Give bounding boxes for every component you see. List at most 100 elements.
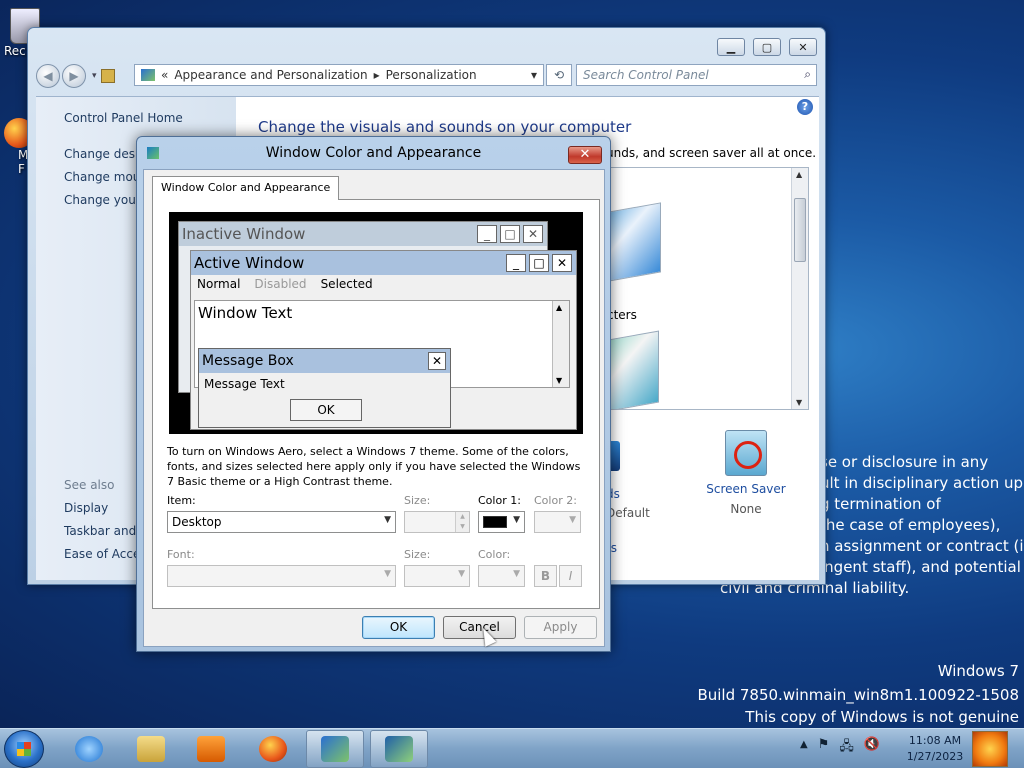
help-icon[interactable]: ? xyxy=(797,99,813,115)
action-center-flag-icon[interactable]: ⚑ xyxy=(818,737,830,759)
screen-saver-value: None xyxy=(730,502,762,516)
clock-time: 11:08 AM xyxy=(908,734,962,747)
breadcrumb-appearance[interactable]: Appearance and Personalization xyxy=(174,68,367,82)
control-panel-small-icon xyxy=(141,69,155,81)
font-size-label: Size: xyxy=(404,548,431,561)
scroll-thumb[interactable] xyxy=(794,198,806,262)
watermark-genuine: This copy of Windows is not genuine xyxy=(745,708,1019,726)
preview-message-box[interactable]: Message Box ✕ Message Text OK xyxy=(198,348,451,428)
breadcrumb-personalization[interactable]: Personalization xyxy=(386,68,477,82)
taskbar-windows-explorer[interactable] xyxy=(122,730,180,768)
inactive-window-title: Inactive Window xyxy=(182,225,306,243)
forward-button[interactable]: ▶ xyxy=(62,64,86,88)
network-icon[interactable]: 🖧 xyxy=(839,737,854,759)
search-input[interactable]: Search Control Panel ⌕ xyxy=(576,64,817,86)
watermark-os: Windows 7 xyxy=(937,662,1019,680)
taskbar-firefox[interactable] xyxy=(244,730,302,768)
active-title-bar[interactable]: Active Window _ □ ✕ xyxy=(191,251,576,275)
sidebar-link-mouse[interactable]: Change mous xyxy=(64,170,147,184)
font-color-label: Color: xyxy=(478,548,511,561)
address-dropdown-icon[interactable]: ▾ xyxy=(531,68,537,82)
preview-menu-bar[interactable]: Normal Disabled Selected xyxy=(191,275,576,293)
search-icon: ⌕ xyxy=(804,67,811,81)
back-button[interactable]: ◀ xyxy=(36,64,60,88)
color1-swatch xyxy=(483,516,507,528)
font-size-dropdown[interactable]: ▼ xyxy=(404,565,470,587)
taskbar-window-color[interactable] xyxy=(370,730,428,768)
theme-list: cters ▲ ▼ xyxy=(606,167,809,410)
bold-button[interactable]: B xyxy=(534,565,557,587)
preview-ok-button[interactable]: OK xyxy=(290,399,362,421)
message-box-title-bar[interactable]: Message Box ✕ xyxy=(199,349,450,373)
taskbar-internet-explorer[interactable] xyxy=(60,730,118,768)
maximize-button[interactable]: ▢ xyxy=(753,38,781,56)
refresh-button[interactable]: ⟲ xyxy=(546,64,572,86)
recent-pages-icon[interactable]: ▾ xyxy=(92,71,97,81)
sidebar-link-account[interactable]: Change your xyxy=(64,193,141,207)
scroll-down-icon: ▼ xyxy=(556,376,563,385)
clock[interactable]: 11:08 AM 1/27/2023 xyxy=(900,733,970,765)
font-dropdown[interactable]: ▼ xyxy=(167,565,396,587)
menu-selected[interactable]: Selected xyxy=(321,277,373,291)
color1-picker[interactable]: ▼ xyxy=(478,511,525,533)
theme-thumbnail[interactable] xyxy=(607,202,661,284)
italic-button[interactable]: I xyxy=(559,565,582,587)
message-text: Message Text xyxy=(204,377,285,391)
chevron-down-icon: ▼ xyxy=(384,569,391,579)
size-label: Size: xyxy=(404,494,431,507)
up-folder-icon[interactable] xyxy=(100,69,115,83)
item-size-spinner[interactable]: ▲ ▼ xyxy=(404,511,470,533)
font-color-picker[interactable]: ▼ xyxy=(478,565,525,587)
internet-explorer-icon xyxy=(75,736,103,762)
menu-disabled[interactable]: Disabled xyxy=(254,277,306,291)
breadcrumb-separator[interactable]: ▸ xyxy=(374,68,380,82)
screen-saver-label[interactable]: Screen Saver xyxy=(701,482,791,496)
item-dropdown[interactable]: Desktop ▼ xyxy=(167,511,396,533)
sidebar-link-home[interactable]: Control Panel Home xyxy=(64,111,183,125)
window-color-dialog: Window Color and Appearance ✕ Window Col… xyxy=(136,136,611,652)
dialog-title: Window Color and Appearance xyxy=(265,145,482,161)
show-desktop-button[interactable] xyxy=(972,731,1008,767)
dialog-close-button[interactable]: ✕ xyxy=(568,146,602,164)
menu-normal[interactable]: Normal xyxy=(197,277,240,291)
item-value: Desktop xyxy=(172,515,222,529)
ok-button[interactable]: OK xyxy=(362,616,435,639)
sidebar-link-desktop[interactable]: Change deskt xyxy=(64,147,147,161)
show-hidden-icons-icon[interactable]: ▲ xyxy=(800,737,808,759)
minimize-button[interactable]: ▁ xyxy=(717,38,745,56)
close-icon: ✕ xyxy=(428,352,446,370)
scroll-up-icon[interactable]: ▲ xyxy=(796,170,802,179)
theme-scrollbar[interactable]: ▲ ▼ xyxy=(791,168,808,409)
tab-window-color[interactable]: Window Color and Appearance xyxy=(152,176,340,200)
preview-scrollbar[interactable]: ▲ ▼ xyxy=(552,301,569,387)
see-also-ease[interactable]: Ease of Acces xyxy=(64,547,147,561)
chevron-down-icon: ▼ xyxy=(384,515,391,525)
spinner-arrows-icon: ▲ ▼ xyxy=(455,512,469,532)
apply-button[interactable]: Apply xyxy=(524,616,597,639)
screen-saver-icon xyxy=(725,430,767,476)
taskbar-control-panel[interactable] xyxy=(306,730,364,768)
message-box-title: Message Box xyxy=(202,353,294,369)
breadcrumb-prefix[interactable]: « xyxy=(161,68,168,82)
search-placeholder: Search Control Panel xyxy=(583,68,709,82)
appearance-preview[interactable]: Inactive Window _ □ ✕ Active Window _ □ xyxy=(169,212,583,434)
screen-saver-option[interactable]: Screen Saver None xyxy=(701,430,791,516)
maximize-icon: □ xyxy=(500,225,520,243)
inactive-title-bar[interactable]: Inactive Window _ □ ✕ xyxy=(179,222,547,246)
minimize-icon: _ xyxy=(477,225,497,243)
active-window-title: Active Window xyxy=(194,254,305,272)
close-button[interactable]: ✕ xyxy=(789,38,817,56)
taskbar: ▲ ⚑ 🖧 🔇 11:08 AM 1/27/2023 xyxy=(0,728,1024,768)
taskbar-media-player[interactable] xyxy=(182,730,240,768)
chevron-down-icon: ▼ xyxy=(513,569,520,579)
start-button[interactable] xyxy=(4,730,44,768)
theme-thumbnail[interactable] xyxy=(607,330,659,409)
see-also-display[interactable]: Display xyxy=(64,501,108,515)
navigation-bar: ◀ ▶ ▾ « Appearance and Personalization ▸… xyxy=(36,62,817,90)
window-color-icon xyxy=(385,736,413,762)
color2-picker[interactable]: ▼ xyxy=(534,511,581,533)
address-bar[interactable]: « Appearance and Personalization ▸ Perso… xyxy=(134,64,544,86)
volume-muted-icon[interactable]: 🔇 xyxy=(864,737,880,759)
theme-label[interactable]: cters xyxy=(607,308,637,322)
scroll-down-icon[interactable]: ▼ xyxy=(796,398,802,407)
